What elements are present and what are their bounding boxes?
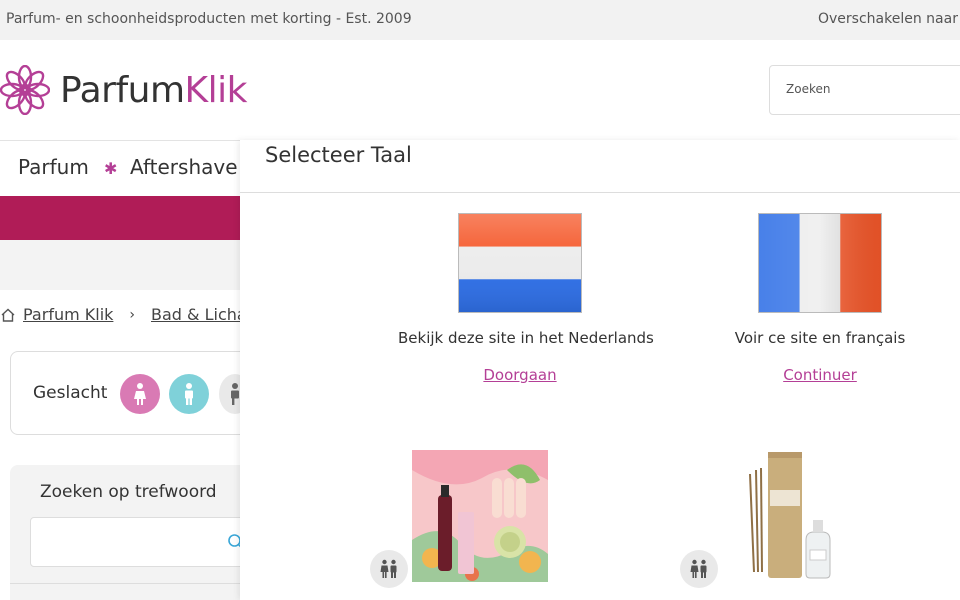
unisex-badge (680, 550, 718, 588)
language-modal: Selecteer Taal Bekijk deze site in het N… (240, 140, 960, 600)
unisex-icon (690, 559, 707, 578)
breadcrumb-link-home[interactable]: Parfum Klik (23, 305, 113, 324)
dutch-flag-icon[interactable] (458, 213, 582, 313)
unisex-badge (370, 550, 408, 588)
dutch-option-text: Bekijk deze site in het Nederlands (398, 329, 654, 347)
breadcrumb-separator: › (129, 306, 136, 323)
french-flag-icon[interactable] (758, 213, 882, 313)
french-option-text: Voir ce site en français (734, 329, 906, 347)
tagline: Parfum- en schoonheidsproducten met kort… (6, 11, 412, 27)
gift-set-image (412, 450, 548, 582)
male-filter-button[interactable] (169, 374, 209, 414)
language-switch-label: Overschakelen naar (818, 11, 958, 27)
female-icon (134, 383, 146, 405)
logo-part-2: Klik (184, 69, 248, 111)
top-bar: Parfum- en schoonheidsproducten met kort… (0, 0, 960, 40)
product-image-gift-set[interactable] (370, 450, 548, 588)
nav-item-parfum[interactable]: Parfum (18, 155, 89, 179)
nav-item-aftershave[interactable]: Aftershave (130, 155, 238, 179)
flower-logo-icon (0, 65, 50, 115)
breadcrumb: Parfum Klik › Bad & Lichaa (0, 305, 257, 324)
modal-divider (240, 192, 960, 193)
search-input[interactable]: Zoeken (769, 65, 960, 115)
diffuser-image (740, 450, 880, 582)
female-filter-button[interactable] (120, 374, 160, 414)
site-logo[interactable]: ParfumKlik (0, 64, 247, 116)
keyword-label: Zoeken op trefwoord (40, 482, 217, 502)
logo-wordmark: ParfumKlik (60, 70, 247, 111)
home-icon (1, 308, 15, 322)
logo-part-1: Parfum (60, 69, 185, 111)
keyword-input[interactable] (30, 517, 260, 567)
unisex-icon (380, 559, 397, 578)
modal-title: Selecteer Taal (265, 143, 412, 167)
dutch-continue-link[interactable]: Doorgaan (458, 366, 582, 384)
language-switch[interactable]: Overschakelen naar F (818, 11, 960, 27)
french-continue-link[interactable]: Continuer (758, 366, 882, 384)
star-icon: ✱ (104, 159, 118, 178)
gender-label: Geslacht (33, 383, 108, 403)
male-icon (185, 383, 193, 405)
product-image-diffuser[interactable] (680, 450, 880, 588)
